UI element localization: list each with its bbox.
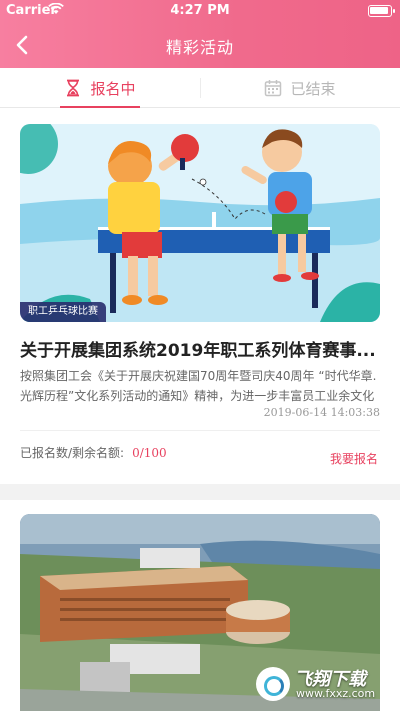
battery-icon <box>368 5 395 17</box>
tab-open-label: 报名中 <box>90 79 136 98</box>
watermark-url: www.fxxz.com <box>296 687 376 700</box>
register-button[interactable]: 我要报名 <box>330 450 378 467</box>
activity-banner-image: 飞翔下载 www.fxxz.com <box>20 514 380 711</box>
calendar-icon <box>265 80 282 97</box>
registration-count-value: 0/100 <box>132 446 167 460</box>
activity-card[interactable]: 职工乒乓球比赛 关于开展集团系统2019年职工系列体育赛事... 按照集团工会《… <box>0 108 400 484</box>
activity-card[interactable]: 飞翔下载 www.fxxz.com <box>0 500 400 711</box>
tab-open[interactable]: 报名中 <box>0 68 200 108</box>
tab-ended-label: 已结束 <box>290 79 336 98</box>
app-header: Carrier 4:27 PM 精彩活动 <box>0 0 400 68</box>
banner-tag: 职工乒乓球比赛 <box>20 302 106 322</box>
nav-bar: 精彩活动 <box>0 22 400 68</box>
tab-bar: 报名中 已结束 <box>0 68 400 108</box>
watermark: 飞翔下载 www.fxxz.com <box>256 665 376 703</box>
watermark-logo-icon <box>256 667 290 701</box>
page-title: 精彩活动 <box>165 38 234 57</box>
registration-count: 已报名数/剩余名额: 0/100 <box>20 444 167 461</box>
hourglass-icon <box>67 79 80 97</box>
registration-count-label: 已报名数/剩余名额: <box>20 446 125 460</box>
activity-banner-image: 职工乒乓球比赛 <box>20 124 380 322</box>
activity-description: 按照集团工会《关于开展庆祝建国70周年暨司庆40周年 “时代华章.光辉历程”文化… <box>20 369 377 403</box>
status-bar: Carrier 4:27 PM <box>0 0 400 22</box>
card-divider <box>20 430 380 431</box>
activity-date: 2019-06-14 14:03:38 <box>263 406 380 419</box>
tab-ended[interactable]: 已结束 <box>200 68 400 108</box>
activity-title[interactable]: 关于开展集团系统2019年职工系列体育赛事... <box>20 336 380 361</box>
status-time: 4:27 PM <box>170 3 230 18</box>
